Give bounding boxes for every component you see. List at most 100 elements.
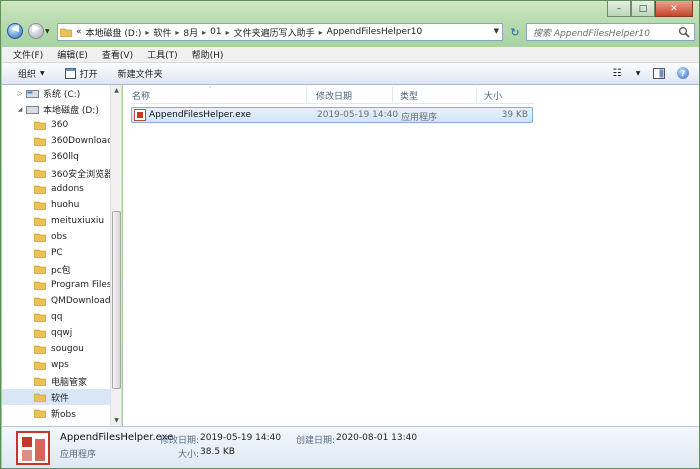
- nav-folder-item[interactable]: QMDownload: [2, 293, 112, 309]
- nav-folder-item[interactable]: 360安全浏览器: [2, 165, 114, 181]
- chevron-right-icon[interactable]: ▸: [173, 28, 181, 37]
- folder-icon: [34, 329, 46, 338]
- nav-folder-item[interactable]: Program Files: [2, 277, 112, 293]
- nav-folder-item[interactable]: meituxiuxiu: [2, 213, 112, 229]
- chevron-right-icon[interactable]: ▸: [224, 28, 232, 37]
- file-modified: 2019-05-19 14:40: [317, 110, 399, 120]
- breadcrumb-overflow[interactable]: «: [74, 27, 84, 37]
- nav-folder-item[interactable]: addons: [2, 181, 112, 197]
- nav-folder-label: 360Downloads: [51, 136, 118, 146]
- search-icon[interactable]: [678, 26, 690, 38]
- search-placeholder: 搜索 AppendFilesHelper10: [533, 28, 651, 39]
- folder-icon: [34, 249, 46, 258]
- menu-tools[interactable]: 工具(T): [140, 48, 185, 61]
- breadcrumb-drive-d[interactable]: 本地磁盘 (D:): [84, 26, 144, 39]
- scroll-down-icon[interactable]: ▼: [111, 417, 121, 424]
- details-modified-label: 修改日期:: [160, 436, 200, 446]
- nav-folder-item[interactable]: 新obs: [2, 405, 112, 421]
- details-filename: AppendFilesHelper.exe: [60, 432, 174, 443]
- column-header-modified[interactable]: 修改日期: [309, 87, 393, 103]
- nav-folder-item[interactable]: qqwj: [2, 325, 112, 341]
- breadcrumb-01[interactable]: 01: [208, 27, 223, 37]
- folder-icon: [34, 121, 46, 130]
- nav-folder-item[interactable]: sougou: [2, 341, 112, 357]
- details-size-value: 38.5 KB: [200, 447, 235, 457]
- nav-folder-item[interactable]: PC: [2, 245, 112, 261]
- view-options-icon[interactable]: ☷: [609, 66, 625, 80]
- breadcrumb-current[interactable]: AppendFilesHelper10: [325, 27, 425, 37]
- sort-caret-icon: ⌃: [208, 86, 213, 92]
- breadcrumb-august[interactable]: 8月: [181, 26, 200, 39]
- details-type: 应用程序: [60, 450, 97, 460]
- forward-arrow-icon: ▶: [32, 23, 40, 34]
- nav-folder-item[interactable]: 360Downloads: [2, 133, 118, 149]
- nav-folder-item[interactable]: huohu: [2, 197, 112, 213]
- nav-folder-item[interactable]: pc包: [2, 261, 112, 277]
- organize-label: 组织: [18, 70, 37, 80]
- column-header-size[interactable]: 大小: [477, 87, 537, 103]
- address-dropdown-icon[interactable]: ▼: [494, 27, 499, 35]
- folder-icon: [34, 377, 46, 386]
- details-created-value: 2020-08-01 13:40: [336, 433, 418, 443]
- nav-folder-label: PC: [51, 248, 63, 258]
- nav-folder-item[interactable]: wps: [2, 357, 112, 373]
- forward-button[interactable]: ▶: [28, 23, 44, 39]
- navigation-scrollbar[interactable]: ▲ ▼: [110, 85, 121, 426]
- file-row[interactable]: AppendFilesHelper.exe 2019-05-19 14:40 应…: [131, 107, 533, 123]
- organize-button[interactable]: 组织 ▼: [2, 63, 55, 85]
- nav-folder-item[interactable]: 360llq: [2, 149, 112, 165]
- column-header-name[interactable]: 名称 ⌃: [125, 86, 307, 103]
- nav-folder-label: 360安全浏览器: [51, 169, 114, 180]
- exe-file-large-icon: [16, 431, 50, 465]
- refresh-icon[interactable]: ↻: [506, 23, 524, 41]
- nav-folder-label: pc包: [51, 265, 71, 276]
- toolbar-right: ☷ ▼ ?: [609, 66, 689, 80]
- nav-folder-label: qq: [51, 312, 63, 322]
- chevron-right-icon[interactable]: ▸: [200, 28, 208, 37]
- expand-icon[interactable]: ▷: [16, 90, 24, 97]
- maximize-button[interactable]: □: [631, 1, 655, 17]
- nav-folder-label: 软件: [51, 393, 70, 404]
- nav-folder-item[interactable]: 360: [2, 117, 112, 133]
- scrollbar-thumb[interactable]: [112, 211, 121, 389]
- preview-pane-icon[interactable]: [651, 66, 667, 80]
- folder-icon: [34, 201, 46, 210]
- file-type: 应用程序: [401, 113, 438, 123]
- folder-icon: [34, 185, 46, 194]
- history-dropdown-icon[interactable]: ▼: [45, 28, 50, 35]
- back-button[interactable]: ◀: [7, 23, 23, 39]
- menu-file[interactable]: 文件(F): [6, 48, 50, 61]
- chevron-right-icon[interactable]: ▸: [317, 28, 325, 37]
- nav-folder-item[interactable]: 电脑管家: [2, 373, 112, 389]
- folder-icon: [34, 393, 46, 402]
- nav-drive-c[interactable]: ▷ 系统 (C:): [2, 85, 112, 101]
- nav-folder-item[interactable]: obs: [2, 229, 112, 245]
- column-header-type[interactable]: 类型: [393, 87, 477, 103]
- menu-help[interactable]: 帮助(H): [185, 48, 231, 61]
- new-folder-button[interactable]: 新建文件夹: [108, 63, 173, 85]
- help-icon[interactable]: ?: [677, 67, 689, 79]
- collapse-icon[interactable]: ◢: [16, 106, 24, 113]
- view-dropdown-icon[interactable]: ▼: [635, 66, 641, 80]
- scroll-up-icon[interactable]: ▲: [111, 87, 121, 94]
- nav-folder-item[interactable]: 软件: [2, 389, 112, 405]
- nav-folder-item[interactable]: qq: [2, 309, 112, 325]
- breadcrumb-helper-folder[interactable]: 文件夹遍历写入助手: [232, 26, 317, 39]
- menu-view[interactable]: 查看(V): [95, 48, 140, 61]
- close-button[interactable]: ✕: [655, 1, 693, 17]
- nav-folder-label: huohu: [51, 200, 80, 210]
- chevron-right-icon[interactable]: ▸: [143, 28, 151, 37]
- address-bar[interactable]: « 本地磁盘 (D:) ▸ 软件 ▸ 8月 ▸ 01 ▸ 文件夹遍历写入助手 ▸…: [57, 23, 503, 41]
- menu-edit[interactable]: 编辑(E): [50, 48, 95, 61]
- nav-drive-d[interactable]: ◢ 本地磁盘 (D:): [2, 101, 112, 117]
- file-size: 39 KB: [501, 110, 528, 120]
- nav-folder-label: sougou: [51, 344, 84, 354]
- search-input[interactable]: 搜索 AppendFilesHelper10: [526, 23, 695, 41]
- minimize-button[interactable]: –: [607, 1, 631, 17]
- nav-folder-label: 360llq: [51, 152, 79, 162]
- details-pane: AppendFilesHelper.exe 修改日期: 2019-05-19 1…: [2, 426, 699, 468]
- breadcrumb-software[interactable]: 软件: [151, 26, 173, 39]
- open-button[interactable]: 打开: [55, 63, 108, 85]
- column-modified-label: 修改日期: [316, 91, 353, 102]
- details-modified-value: 2019-05-19 14:40: [200, 433, 282, 443]
